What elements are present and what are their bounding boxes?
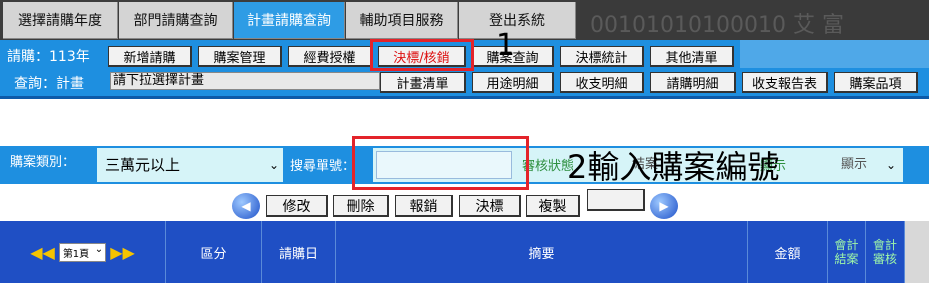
- column-header-amount[interactable]: 金額: [748, 221, 828, 283]
- column-header-request-date[interactable]: 請購日: [262, 221, 336, 283]
- chevron-down-icon: ⌄: [885, 158, 896, 172]
- category-select-value: 三萬元以上: [105, 156, 181, 174]
- banner-area: 00101010100010 艾 富: [580, 0, 929, 40]
- income-expense-detail-button[interactable]: 收支明細: [560, 72, 644, 93]
- plan-select-placeholder: 請下拉選擇計畫: [113, 73, 205, 88]
- copy-button[interactable]: 複製: [526, 195, 580, 217]
- plan-select[interactable]: 請下拉選擇計畫: [110, 72, 380, 90]
- banner-text: 00101010100010 艾 富: [590, 13, 844, 38]
- column-header-summary[interactable]: 摘要: [336, 221, 748, 283]
- award-statistics-button[interactable]: 決標統計: [560, 46, 644, 67]
- other-lists-button[interactable]: 其他清單: [650, 46, 734, 67]
- step-1-annotation: 1: [496, 28, 516, 63]
- display-select[interactable]: 顯示 ⌄: [815, 153, 900, 177]
- edit-button[interactable]: 修改: [266, 195, 328, 217]
- tab-support-services[interactable]: 輔助項目服務: [346, 2, 458, 39]
- chevron-down-icon: ⌄: [94, 243, 104, 255]
- plan-list-button[interactable]: 計畫清單: [380, 72, 466, 93]
- pager-cell: ◀◀ 第1頁 ⌄ ▶▶: [0, 221, 166, 283]
- new-purchase-button[interactable]: 新增請購: [108, 46, 192, 67]
- page-select[interactable]: 第1頁 ⌄: [58, 242, 107, 262]
- next-arrow-icon[interactable]: ▶: [650, 193, 678, 219]
- display-select-value: 顯示: [841, 157, 868, 172]
- page-select-value: 第1頁: [62, 248, 90, 260]
- highlight-box-award-button: [370, 39, 474, 71]
- tab-select-year[interactable]: 選擇請購年度: [3, 2, 118, 39]
- first-page-icon[interactable]: ◀◀: [30, 243, 55, 262]
- last-page-icon[interactable]: ▶▶: [110, 243, 135, 262]
- income-expense-report-button[interactable]: 收支報告表: [742, 72, 828, 93]
- purchase-management-button[interactable]: 購案管理: [198, 46, 282, 67]
- usage-detail-button[interactable]: 用途明細: [472, 72, 554, 93]
- query-plan-label: 查詢：計畫: [14, 76, 84, 92]
- blank-button[interactable]: [587, 189, 645, 211]
- tab-logout[interactable]: 登出系統: [459, 2, 576, 39]
- previous-arrow-icon[interactable]: ◀: [232, 193, 260, 219]
- category-select[interactable]: 三萬元以上 ⌄: [101, 153, 283, 177]
- highlight-box-search-input: [352, 136, 529, 190]
- menu-band-bottom: [0, 96, 929, 99]
- tab-plan-query[interactable]: 計畫請購查詢: [234, 2, 345, 39]
- budget-authorization-button[interactable]: 經費授權: [288, 46, 372, 67]
- purchase-year-label: 請購：113年: [7, 49, 90, 65]
- purchase-items-button[interactable]: 購案品項: [834, 72, 918, 93]
- award-button[interactable]: 決標: [459, 195, 521, 217]
- menu-band-right: [740, 40, 929, 68]
- purchase-detail-button[interactable]: 請購明細: [650, 72, 736, 93]
- reimburse-button[interactable]: 報銷: [395, 195, 453, 217]
- search-number-label: 搜尋單號：: [290, 159, 356, 174]
- chevron-down-icon: ⌄: [268, 158, 279, 172]
- column-header-category[interactable]: 區分: [166, 221, 262, 283]
- delete-button[interactable]: 刪除: [333, 195, 389, 217]
- column-header-accounting-closed[interactable]: 會計結案: [828, 221, 866, 283]
- step-2-annotation: 2輸入購案編號: [567, 148, 780, 186]
- column-header-accounting-review[interactable]: 會計審核: [866, 221, 905, 283]
- table-header-right: [905, 221, 929, 283]
- category-label: 購案類別：: [10, 155, 76, 170]
- tab-department-query[interactable]: 部門請購查詢: [119, 2, 233, 39]
